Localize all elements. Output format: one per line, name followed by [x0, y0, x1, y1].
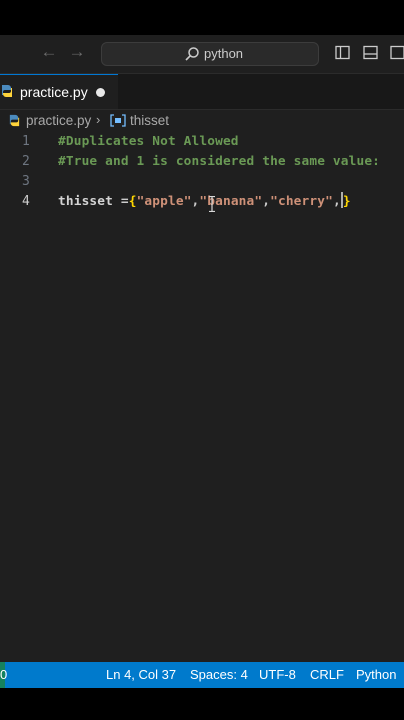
back-arrow-icon[interactable]: ← — [40, 43, 58, 61]
code-line: 3 — [0, 172, 404, 192]
unsaved-changes-dot-icon[interactable] — [96, 88, 105, 97]
line-number: 2 — [22, 154, 30, 169]
open-brace: { — [128, 194, 137, 209]
language-mode-status[interactable]: Python — [356, 668, 396, 682]
comment-text: #True and 1 is considered the same value… — [58, 154, 381, 169]
code-text: thisset ={"apple","banana","cherry",} — [58, 192, 351, 212]
line-number: 4 — [22, 194, 30, 209]
string-literal: "cherry" — [270, 194, 333, 209]
command-center-text: python — [204, 46, 244, 61]
search-icon — [185, 47, 199, 61]
variable-symbol-icon — [110, 114, 126, 127]
chevron-right-icon: › — [96, 112, 101, 127]
toggle-primary-sidebar-icon[interactable] — [335, 45, 350, 60]
code-line: 2 #True and 1 is considered the same val… — [0, 152, 404, 172]
encoding-status[interactable]: UTF-8 — [259, 668, 296, 682]
indentation-status[interactable]: Spaces: 4 — [190, 668, 248, 682]
comma: , — [332, 194, 341, 209]
line-ending-status[interactable]: CRLF — [310, 668, 344, 682]
tab-label: practice.py — [20, 84, 88, 100]
tab-practice-py[interactable]: practice.py — [0, 74, 118, 109]
code-line: 1 #Duplicates Not Allowed — [0, 132, 404, 152]
python-file-icon — [2, 85, 12, 97]
breadcrumb: practice.py › thisset — [0, 110, 404, 132]
toggle-panel-icon[interactable] — [363, 45, 378, 60]
close-brace: } — [342, 194, 351, 209]
editor-tab-bar: practice.py — [0, 74, 404, 110]
comment-text: #Duplicates Not Allowed — [58, 134, 239, 149]
code-editor[interactable]: 1 #Duplicates Not Allowed 2 #True and 1 … — [0, 132, 404, 662]
status-bar: 0 Ln 4, Col 37 Spaces: 4 UTF-8 CRLF Pyth… — [0, 662, 404, 688]
title-bar: ← → python — [0, 35, 404, 74]
variable-name: thisset — [58, 194, 113, 209]
mouse-ibeam-cursor-icon — [209, 196, 215, 212]
toggle-secondary-sidebar-icon[interactable] — [390, 45, 404, 60]
line-number: 1 — [22, 134, 30, 149]
line-number: 3 — [22, 174, 30, 189]
breadcrumb-symbol[interactable]: thisset — [130, 113, 169, 129]
comma: , — [262, 194, 271, 209]
video-letterbox-top — [0, 0, 404, 35]
python-file-icon — [9, 114, 20, 127]
breadcrumb-file[interactable]: practice.py — [26, 113, 91, 129]
string-literal: "apple" — [136, 194, 192, 209]
remote-indicator-text: 0 — [0, 667, 8, 682]
command-center-search[interactable]: python — [101, 42, 319, 66]
assign-operator: = — [112, 194, 129, 209]
forward-arrow-icon[interactable]: → — [68, 43, 86, 61]
code-line-active: 4 thisset ={"apple","banana","cherry",} — [0, 192, 404, 212]
cursor-position-status[interactable]: Ln 4, Col 37 — [106, 668, 176, 682]
video-letterbox-bottom — [0, 688, 404, 720]
